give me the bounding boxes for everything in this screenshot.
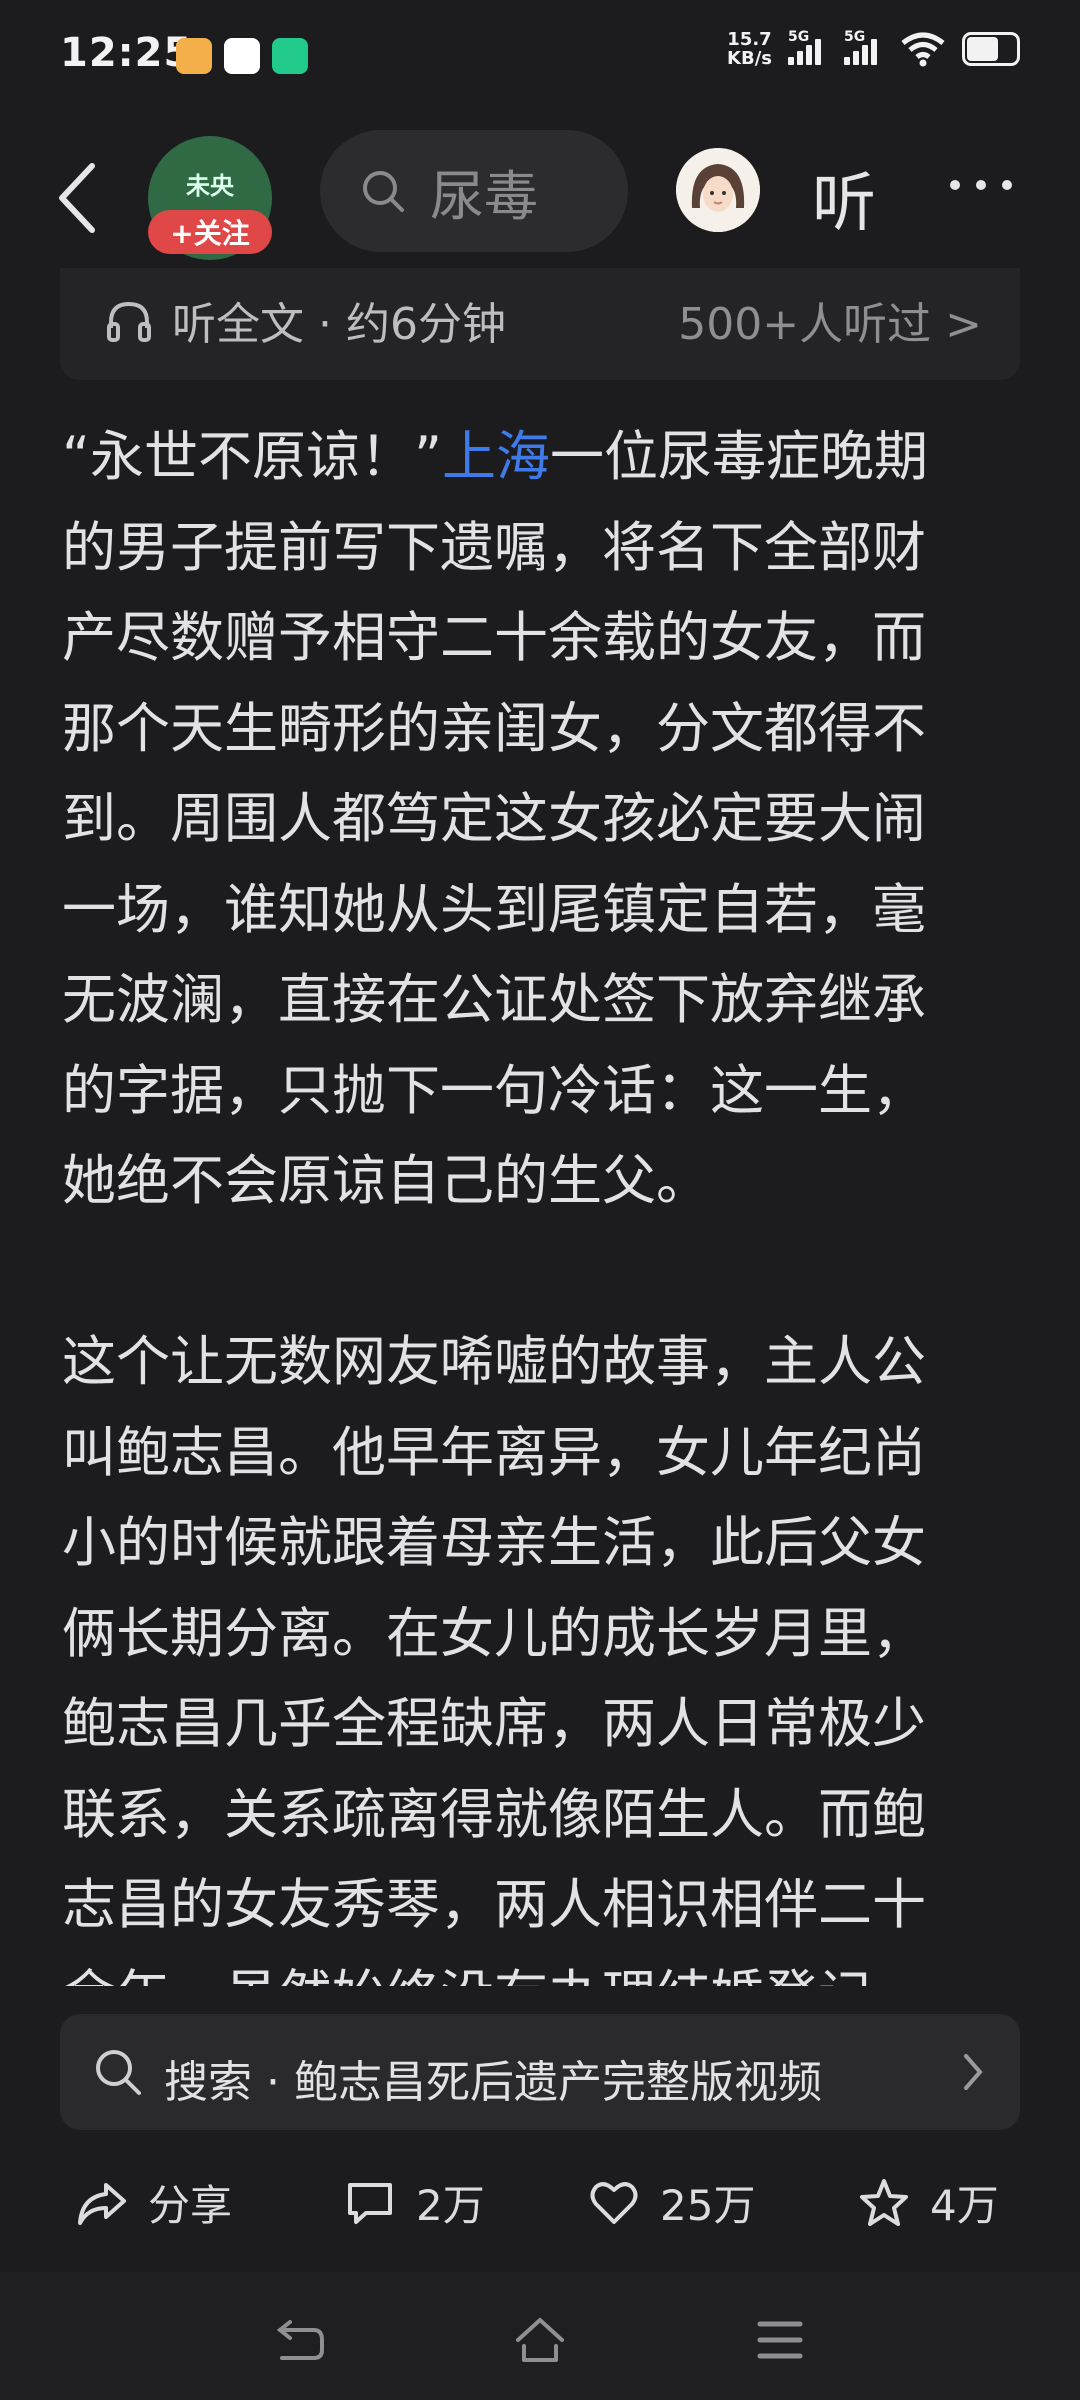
status-bar: 12:25 15.7 KB/s 5G 5G (0, 0, 1080, 115)
listen-full-text-label: 听全文 · 约6分钟 (172, 299, 506, 350)
menu-nav-icon[interactable] (752, 2312, 808, 2368)
article-line: 到。周围人都笃定这女孩必定要大闹 (62, 787, 926, 850)
chevron-right-icon (964, 2054, 983, 2090)
article-line: 鲍志昌几乎全程缺席，两人日常极少 (62, 1692, 926, 1755)
listen-full-text-card[interactable]: 听全文 · 约6分钟 500+人听过 > (60, 268, 1020, 380)
app-notification-icon (272, 38, 308, 74)
heart-icon (590, 2181, 638, 2224)
battery-icon (962, 32, 1020, 66)
share-label: 分享 (148, 2181, 233, 2230)
article-line: 这个让无数网友唏嘘的故事，主人公 (62, 1330, 926, 1393)
system-nav-bar (0, 2272, 1080, 2400)
author-avatar[interactable]: 未央 +关注 (148, 136, 272, 260)
article-line: 小的时候就跟着母亲生活，此后父女 (62, 1511, 926, 1574)
clock: 12:25 (60, 30, 193, 76)
home-nav-icon[interactable] (512, 2312, 568, 2368)
listen-button[interactable]: 听 (812, 152, 876, 244)
article-line: 叫鲍志昌。他早年离异，女儿年纪尚 (62, 1420, 926, 1484)
status-indicators: 15.7 KB/s 5G 5G (727, 29, 1020, 69)
article-body: “永世不原谅！”上海一位尿毒症晚期 的男子提前写下遗嘱，将名下全部财 产尽数赠予… (62, 412, 1022, 1986)
signal-icon: 5G (788, 29, 828, 65)
headphones-icon (107, 301, 151, 342)
follow-button[interactable]: +关注 (148, 210, 272, 254)
back-arrow-icon[interactable] (50, 158, 110, 238)
wifi-icon (901, 32, 945, 67)
search-placeholder: 尿毒 (430, 164, 538, 228)
article-line: 联系，关系疏离得就像陌生人。而鲍 (62, 1782, 926, 1846)
article-line: 余年，虽然始终没有办理结婚登记 (62, 1951, 1022, 1987)
article-line: 的男子提前写下遗嘱，将名下全部财 (62, 515, 926, 579)
avatar-icon (676, 148, 760, 232)
back-nav-icon[interactable] (272, 2312, 328, 2368)
article-line: 那个天生畸形的亲闺女，分文都得不 (62, 696, 926, 760)
listener-count[interactable]: 500+人听过 > (678, 288, 982, 352)
favorite-count: 4万 (930, 2181, 999, 2230)
comment-button[interactable]: 2万 (342, 2172, 485, 2233)
comment-count: 2万 (416, 2181, 485, 2230)
like-button[interactable]: 25万 (586, 2172, 755, 2233)
favorite-button[interactable]: 4万 (856, 2172, 999, 2233)
article-line: 志昌的女友秀琴，两人相识相伴二十 (62, 1873, 926, 1936)
article-line: 产尽数赠予相守二十余载的女友，而 (62, 606, 926, 669)
article-line: 一场，谁知她从头到尾镇定自若，毫 (62, 877, 926, 941)
app-notification-icon (176, 38, 212, 74)
action-bar: 分享 2万 25万 4万 (0, 2160, 1080, 2236)
network-speed: 15.7 KB/s (727, 29, 772, 69)
top-nav: 未央 +关注 尿毒 听 (0, 130, 1080, 260)
article-line: 无波澜，直接在公证处签下放弃继承 (62, 968, 926, 1031)
article-line: 俩长期分离。在女儿的成长岁月里， (62, 1601, 926, 1665)
signal-icon: 5G (844, 29, 884, 65)
comment-icon (348, 2182, 392, 2224)
search-bar[interactable]: 尿毒 (320, 130, 628, 252)
notification-icons (176, 38, 308, 74)
related-search-text: 搜索 · 鲍志昌死后遗产完整版视频 (164, 2057, 822, 2108)
share-button[interactable]: 分享 (74, 2172, 232, 2233)
search-icon (96, 2050, 141, 2095)
share-icon (78, 2182, 126, 2225)
related-search-bar[interactable]: 搜索 · 鲍志昌死后遗产完整版视频 (60, 2014, 1020, 2130)
more-options-icon[interactable] (950, 180, 1012, 190)
star-icon (860, 2178, 908, 2226)
article-line: 的字据，只抛下一句冷话：这一生， (62, 1058, 926, 1122)
location-link[interactable]: 上海 (442, 425, 550, 488)
app-notification-icon (224, 38, 260, 74)
search-icon (363, 171, 404, 212)
article-line: “永世不原谅！”上海一位尿毒症晚期 (62, 425, 928, 488)
voice-reader-avatar[interactable] (676, 148, 760, 232)
like-count: 25万 (660, 2181, 756, 2230)
article-line: 她绝不会原谅自己的生父。 (62, 1149, 710, 1212)
